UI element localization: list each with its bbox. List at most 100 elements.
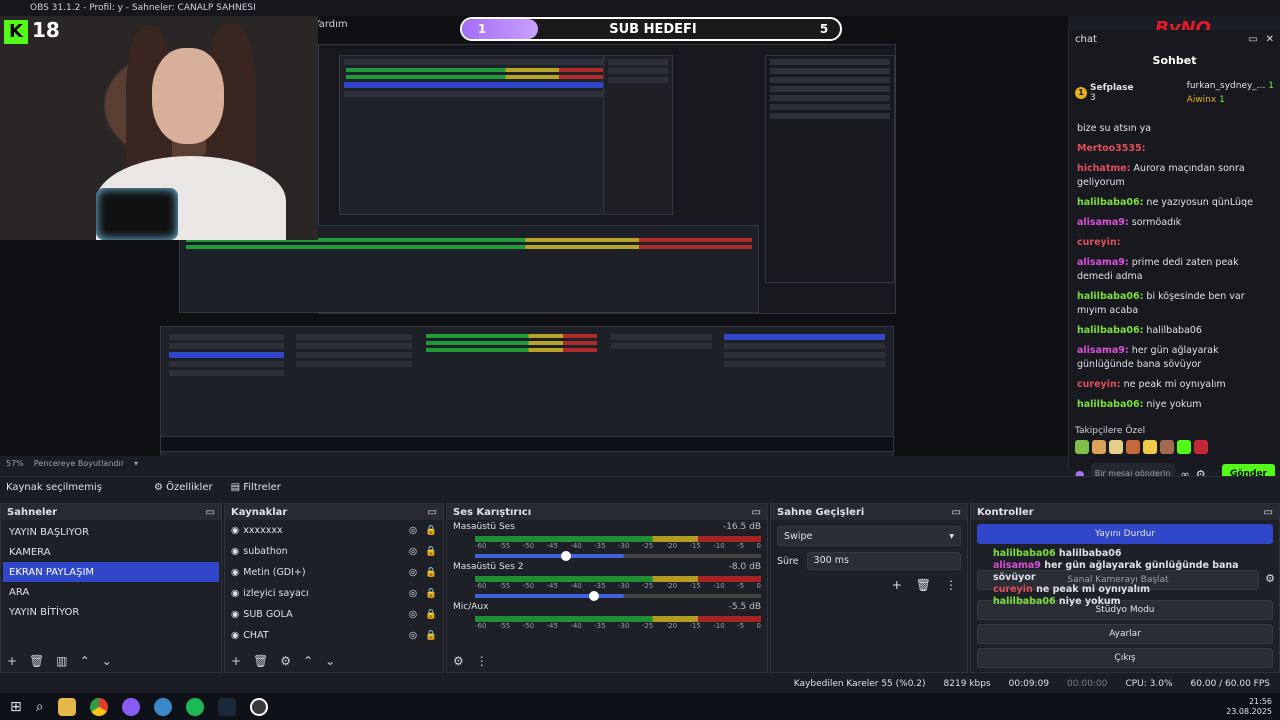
source-item[interactable]: ◉ izleyici sayacı ◎ 🔒 [225,583,443,604]
windows-taskbar: ⊞ ⌕ 21:56 23.08.2025 [0,693,1280,720]
down-arrow-icon[interactable]: ⌄ [102,654,112,668]
visibility-eye-icon[interactable]: ◎ [409,546,417,557]
settings-button[interactable]: Ayarlar [977,624,1273,644]
trash-icon[interactable]: 🗑 [253,654,268,668]
scene-item[interactable]: KAMERA [3,542,219,562]
trash-icon[interactable]: 🗑 [29,654,44,668]
mixer-channels: Masaüstü Ses -16.5 dB -60 -55 -50 -45 -40 -35 -3… [447,522,767,630]
visibility-eye-icon[interactable]: ◎ [409,525,417,536]
undock-icon[interactable]: ▭ [1264,507,1273,518]
properties-button[interactable]: ⚙ Özellikler [154,482,213,493]
up-arrow-icon[interactable]: ⌃ [303,654,313,668]
source-item[interactable]: ◉ Metin (GDI+) ◎ 🔒 [225,562,443,583]
chat-username[interactable]: hichatme: [1077,163,1131,174]
source-item[interactable]: ◉ SUB GOLA ◎ 🔒 [225,604,443,625]
zoom-fit-dropdown[interactable]: Pencereye Boyutlandır [34,459,124,468]
chat-username[interactable]: halilbaba06: [1077,291,1143,302]
age-badge: 18 [32,18,60,42]
undock-icon[interactable]: ▭ [428,507,437,518]
emote-icon[interactable] [1109,440,1123,454]
duration-input[interactable]: 300 ms [806,552,961,570]
emote-icon[interactable] [1092,440,1106,454]
lock-icon[interactable]: 🔒 [425,546,437,557]
search-icon[interactable]: ⌕ [36,699,44,715]
chat-username[interactable]: halilbaba06: [1077,197,1143,208]
windows-start-icon[interactable]: ⊞ [10,699,22,715]
volume-slider[interactable] [475,591,761,601]
pinned-user[interactable]: furkan_sydney_... [1187,81,1266,91]
chat-username[interactable]: cureyin: [1077,237,1121,248]
add-icon[interactable]: + [231,654,241,668]
emote-icon[interactable] [1126,440,1140,454]
lock-icon[interactable]: 🔒 [425,609,437,620]
add-icon[interactable]: + [892,578,902,592]
close-icon[interactable]: ✕ [1266,34,1274,45]
down-arrow-icon[interactable]: ⌄ [325,654,335,668]
meter-tick: -15 [689,582,701,590]
meter-tick: -50 [522,542,535,550]
scene-item[interactable]: YAYIN BAŞLIYOR [3,522,219,542]
undock-icon[interactable]: ▭ [206,507,215,518]
transition-select[interactable]: Swipe ▾ [777,526,961,546]
app-icon[interactable] [153,697,172,716]
filter-icon[interactable]: ▥ [56,654,67,668]
pinned-user[interactable]: Sefplase [1090,83,1134,93]
filters-button[interactable]: ▤ Filtreler [231,482,281,493]
stream-preview[interactable]: Yardım K 18 1 SUB HEDEFI 5 [0,16,1068,456]
exit-button[interactable]: Çıkış [977,648,1273,668]
slider-knob[interactable] [560,551,571,561]
chat-username[interactable]: alisama9: [1077,217,1129,228]
emote-icon[interactable] [1075,440,1089,454]
scene-item[interactable]: YAYIN BİTİYOR [3,602,219,622]
emote-icon[interactable] [1143,440,1157,454]
trash-icon[interactable]: 🗑 [916,578,931,592]
source-item[interactable]: ◉ subathon ◎ 🔒 [225,541,443,562]
gear-icon[interactable]: ⚙ [280,654,291,668]
file-explorer-icon[interactable] [57,697,76,716]
undock-icon[interactable]: ▭ [752,507,761,518]
visibility-eye-icon[interactable]: ◎ [409,567,417,578]
chat-username[interactable]: Mertoo3535: [1077,143,1145,154]
meter-tick: -45 [546,542,558,550]
menu-dots-icon[interactable]: ⋮ [476,654,488,668]
chat-username[interactable]: cureyin: [1077,379,1121,390]
chat-username[interactable]: alisama9: [1077,257,1129,268]
source-item[interactable]: ◉ CHAT ◎ 🔒 [225,625,443,646]
chevron-down-icon[interactable]: ▾ [134,459,138,468]
taskbar-clock[interactable]: 21:56 23.08.2025 [1226,697,1272,717]
float-icon[interactable]: ▭ [1248,34,1257,45]
overlay-chat-line: halilbaba06 niye yokum [993,596,1273,608]
emote-icon[interactable] [1194,440,1208,454]
scene-item[interactable]: EKRAN PAYLAŞIM [3,562,219,582]
visibility-eye-icon[interactable]: ◎ [409,588,417,599]
steam-icon[interactable] [217,697,236,716]
menu-help[interactable]: Yardım [314,19,348,30]
gear-icon[interactable]: ⚙ [453,654,464,668]
stop-stream-button[interactable]: Yayını Durdur [977,524,1273,544]
lock-icon[interactable]: 🔒 [425,588,437,599]
spotify-icon[interactable] [185,697,204,716]
chat-username[interactable]: alisama9: [1077,345,1129,356]
emote-icon[interactable] [1160,440,1174,454]
undock-icon[interactable]: ▭ [952,507,961,518]
up-arrow-icon[interactable]: ⌃ [80,654,90,668]
lock-icon[interactable]: 🔒 [425,525,437,536]
scene-item[interactable]: ARA [3,582,219,602]
visibility-eye-icon[interactable]: ◎ [409,609,417,620]
source-item[interactable]: ◉ xxxxxxx ◎ 🔒 [225,520,443,541]
emote-icon[interactable] [1177,440,1191,454]
chat-username[interactable]: halilbaba06: [1077,325,1143,336]
pinned-user[interactable]: Aiwinx [1187,95,1217,105]
lock-icon[interactable]: 🔒 [425,630,437,641]
app-icon[interactable] [121,697,140,716]
visibility-eye-icon[interactable]: ◎ [409,630,417,641]
chat-username[interactable]: halilbaba06: [1077,399,1143,410]
volume-slider[interactable] [475,551,761,561]
chrome-icon[interactable] [89,697,108,716]
add-icon[interactable]: + [7,654,17,668]
menu-dots-icon[interactable]: ⋮ [945,578,957,592]
chat-message: cureyin: ne peak mi oynıyalım [1077,378,1277,392]
slider-knob[interactable] [589,591,600,601]
lock-icon[interactable]: 🔒 [425,567,437,578]
obs-icon[interactable] [249,697,268,716]
